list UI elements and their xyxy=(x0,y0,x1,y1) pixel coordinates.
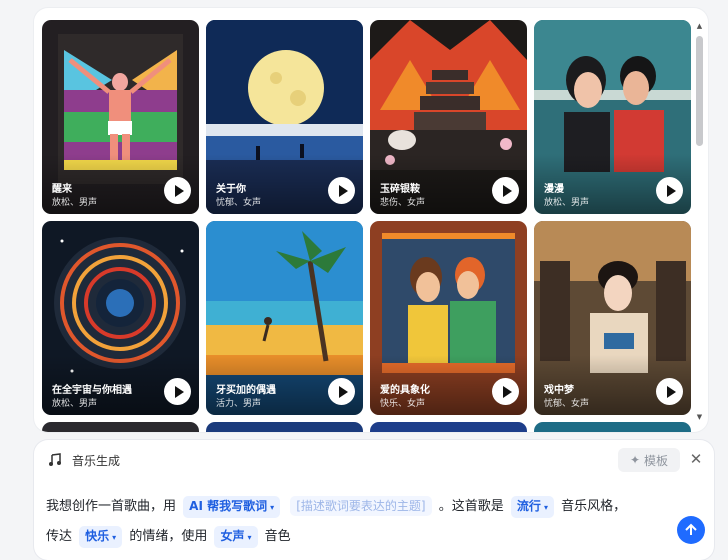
song-card[interactable]: 玉碎银鞍 悲伤、女声 xyxy=(370,20,527,214)
song-title: 爱的具象化 xyxy=(380,385,430,396)
mood-dropdown[interactable]: 快乐 ▾ xyxy=(79,526,123,548)
song-card[interactable] xyxy=(534,422,691,432)
song-prompt[interactable]: 我想创作一首歌曲，用 AI 帮我写歌词 ▾ [描述歌词要表达的主题] 。这首歌是 … xyxy=(46,492,666,552)
song-card[interactable] xyxy=(370,422,527,432)
play-icon xyxy=(338,184,348,197)
song-card[interactable]: 戏中梦 忧郁、女声 xyxy=(534,221,691,415)
song-title: 戏中梦 xyxy=(544,385,574,396)
song-tags: 悲伤、女声 xyxy=(380,198,426,208)
scroll-up-arrow-icon[interactable]: ▲ xyxy=(695,22,704,31)
song-card[interactable]: 牙买加的偶遇 活力、男声 xyxy=(206,221,363,415)
prompt-text: 音色 xyxy=(264,529,291,544)
template-button[interactable]: ✦ 模板 xyxy=(618,448,680,472)
music-gallery: 醒来 放松、男声 关于你 忧郁、女声 玉碎银鞍 悲伤、女声 漫漫 放松、男声 在… xyxy=(34,8,708,432)
lyrics-theme-input[interactable]: [描述歌词要表达的主题] xyxy=(290,496,432,516)
play-icon xyxy=(174,184,184,197)
song-card[interactable]: 爱的具象化 快乐、女声 xyxy=(370,221,527,415)
song-title: 漫漫 xyxy=(544,184,564,195)
song-card[interactable] xyxy=(42,422,199,432)
song-tags: 快乐、女声 xyxy=(380,399,426,409)
music-composer: 音乐生成 ✦ 模板 ✕ 我想创作一首歌曲，用 AI 帮我写歌词 ▾ [描述歌词要表… xyxy=(34,440,714,560)
song-title: 醒来 xyxy=(52,184,72,195)
song-tags: 放松、男声 xyxy=(52,399,98,409)
lyrics-mode-value: AI 帮我写歌词 xyxy=(189,499,268,513)
play-icon xyxy=(502,385,512,398)
play-button[interactable] xyxy=(492,177,519,204)
arrow-up-icon xyxy=(685,523,697,535)
chevron-down-icon: ▾ xyxy=(112,533,117,542)
prompt-text: 我想创作一首歌曲，用 xyxy=(46,499,177,514)
play-button[interactable] xyxy=(656,177,683,204)
song-title: 关于你 xyxy=(216,184,246,195)
play-icon xyxy=(666,184,676,197)
sparkle-icon: ✦ xyxy=(629,453,641,467)
song-card[interactable]: 漫漫 放松、男声 xyxy=(534,20,691,214)
play-button[interactable] xyxy=(328,378,355,405)
style-dropdown[interactable]: 流行 ▾ xyxy=(510,496,554,518)
song-tags: 放松、男声 xyxy=(52,198,98,208)
song-card[interactable]: 醒来 放松、男声 xyxy=(42,20,199,214)
play-button[interactable] xyxy=(164,177,191,204)
chevron-down-icon: ▾ xyxy=(247,533,252,542)
play-button[interactable] xyxy=(164,378,191,405)
send-button[interactable] xyxy=(677,516,705,544)
chevron-down-icon: ▾ xyxy=(270,503,275,512)
play-button[interactable] xyxy=(328,177,355,204)
play-icon xyxy=(174,385,184,398)
style-value: 流行 xyxy=(516,499,541,513)
gallery-scrollbar[interactable]: ▲ ▼ xyxy=(695,22,704,422)
mood-value: 快乐 xyxy=(85,529,110,543)
play-button[interactable] xyxy=(656,378,683,405)
lyrics-mode-dropdown[interactable]: AI 帮我写歌词 ▾ xyxy=(183,496,281,518)
prompt-text: 。这首歌是 xyxy=(438,499,504,514)
song-card[interactable] xyxy=(206,422,363,432)
music-note-icon xyxy=(49,453,61,466)
scroll-down-arrow-icon[interactable]: ▼ xyxy=(695,413,704,422)
scroll-thumb[interactable] xyxy=(696,36,703,146)
song-tags: 忧郁、女声 xyxy=(216,198,262,208)
voice-dropdown[interactable]: 女声 ▾ xyxy=(214,526,258,548)
prompt-text: 的情绪，使用 xyxy=(129,529,208,544)
song-title: 在全宇宙与你相遇 xyxy=(52,385,132,396)
template-label: 模板 xyxy=(644,453,669,468)
play-icon xyxy=(502,184,512,197)
song-title: 玉碎银鞍 xyxy=(380,184,420,195)
chevron-down-icon: ▾ xyxy=(543,503,548,512)
play-icon xyxy=(338,385,348,398)
play-button[interactable] xyxy=(492,378,519,405)
song-card[interactable]: 在全宇宙与你相遇 放松、男声 xyxy=(42,221,199,415)
song-tags: 忧郁、女声 xyxy=(544,399,590,409)
song-title: 牙买加的偶遇 xyxy=(216,385,276,396)
prompt-text: 传达 xyxy=(46,529,73,544)
prompt-text: 音乐风格， xyxy=(561,499,627,514)
close-icon[interactable]: ✕ xyxy=(686,449,706,469)
song-tags: 活力、男声 xyxy=(216,399,262,409)
song-tags: 放松、男声 xyxy=(544,198,590,208)
composer-title: 音乐生成 xyxy=(72,454,121,468)
play-icon xyxy=(666,385,676,398)
voice-value: 女声 xyxy=(220,529,245,543)
song-card[interactable]: 关于你 忧郁、女声 xyxy=(206,20,363,214)
